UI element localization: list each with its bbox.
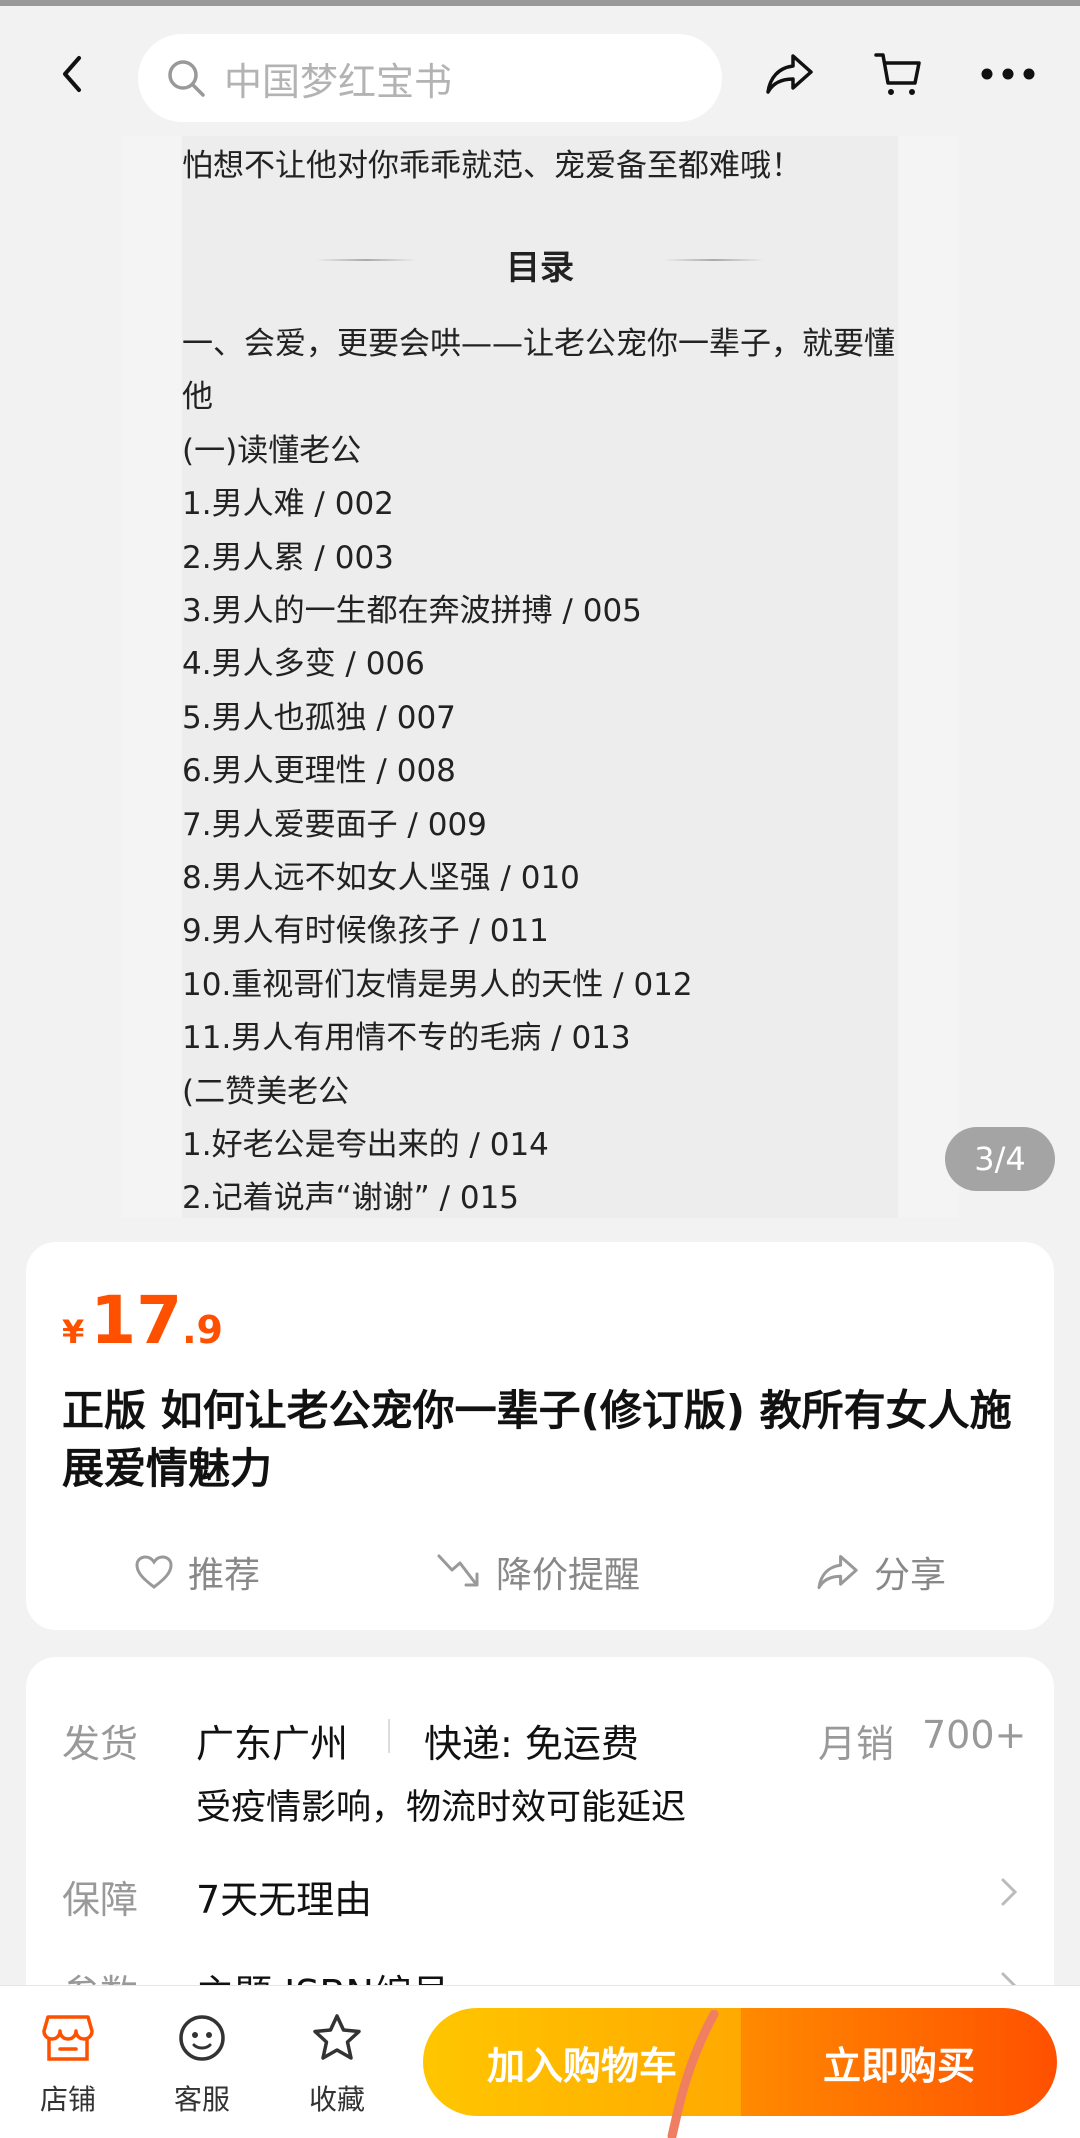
buy-now-button[interactable]: 立即购买 <box>741 2008 1057 2116</box>
guarantee-value: 7天无理由 <box>196 1878 373 1922</box>
doc-toc-title: 目录 <box>506 248 574 288</box>
bottom-action-bar: 店铺 客服 收藏 加入购物车 立即购买 <box>0 1985 1080 2138</box>
shipping-origin: 广东广州 <box>196 1722 349 1766</box>
price-decimal: .9 <box>182 1308 224 1352</box>
cart-button[interactable] <box>866 42 930 106</box>
doc-toc-line: 一、会爱，更要会哄——让老公宠你一辈子，就要懂 <box>182 326 895 362</box>
share-icon <box>817 1554 858 1590</box>
doc-toc-line: 9.男人有时候像孩子 / 011 <box>182 913 549 949</box>
shop-label: 店铺 <box>39 2083 96 2116</box>
price-drop-icon <box>437 1554 479 1587</box>
image-counter: 3/4 <box>945 1127 1055 1191</box>
more-icon <box>981 68 1035 80</box>
shipping-label: 发货 <box>62 1722 139 1766</box>
cart-icon <box>874 53 921 95</box>
price-integer: 17 <box>90 1282 183 1359</box>
doc-toc-line: 1.好老公是夸出来的 / 014 <box>182 1127 549 1163</box>
chevron-right-icon <box>994 1872 1024 1912</box>
doc-toc-line: 7.男人爱要面子 / 009 <box>182 807 487 843</box>
doc-toc-line: 5.男人也孤独 / 007 <box>182 700 456 736</box>
doc-toc-line: 10.重视哥们友情是男人的天性 / 012 <box>182 967 693 1003</box>
star-icon <box>313 2014 361 2060</box>
doc-toc-line: 2.男人累 / 003 <box>182 540 394 576</box>
price-currency: ¥ <box>62 1313 85 1351</box>
share-label: 分享 <box>874 1555 947 1596</box>
doc-toc-line: 8.男人远不如女人坚强 / 010 <box>182 860 580 896</box>
doc-toc-line: 他 <box>182 379 213 415</box>
recommend-button[interactable]: 推荐 <box>134 1544 260 1600</box>
share-icon <box>766 54 813 94</box>
shipping-notice: 受疫情影响，物流时效可能延迟 <box>196 1788 687 1828</box>
guarantee-label: 保障 <box>62 1878 139 1922</box>
doc-intro-line: 怕想不让他对你乖乖就范、宠爱备至都难哦！ <box>182 148 802 184</box>
doc-toc-line: 11.男人有用情不专的毛病 / 013 <box>182 1020 631 1056</box>
search-input[interactable]: 中国梦红宝书 <box>138 34 722 122</box>
search-icon <box>168 60 205 97</box>
share-product-button[interactable]: 分享 <box>816 1544 946 1600</box>
recommend-label: 推荐 <box>188 1555 261 1596</box>
price-alert-label: 降价提醒 <box>496 1555 641 1596</box>
back-button[interactable] <box>40 42 104 106</box>
doc-toc-line: (二赞美老公 <box>182 1074 350 1110</box>
doc-toc-line: 3.男人的一生都在奔波拼搏 / 005 <box>182 593 642 629</box>
more-button[interactable] <box>976 42 1040 106</box>
shop-tab[interactable]: 店铺 <box>18 2010 118 2118</box>
doc-toc-line: 4.男人多变 / 006 <box>182 646 425 682</box>
touch-stroke-overlay <box>667 2010 719 2138</box>
doc-toc-line: 2.记着说声“谢谢” / 015 <box>182 1180 520 1216</box>
customer-service-label: 客服 <box>173 2083 230 2116</box>
divider <box>388 1719 390 1753</box>
shipping-express: 快递: 免运费 <box>424 1722 639 1766</box>
share-button[interactable] <box>758 42 822 106</box>
product-info-card: ¥ 17 .9 正版 如何让老公宠你一辈子(修订版) 教所有女人施展爱情魅力 推… <box>26 1242 1054 1630</box>
chevron-left-icon <box>63 56 81 92</box>
monthly-sales-value: 700+ <box>922 1713 1027 1757</box>
top-bar: 中国梦红宝书 <box>0 0 1080 136</box>
price-alert-button[interactable]: 降价提醒 <box>436 1544 640 1600</box>
doc-toc-line: 1.男人难 / 002 <box>182 486 394 522</box>
search-placeholder: 中国梦红宝书 <box>224 59 453 104</box>
favorite-tab[interactable]: 收藏 <box>287 2010 387 2118</box>
product-title: 正版 如何让老公宠你一辈子(修订版) 教所有女人施展爱情魅力 <box>62 1386 1012 1493</box>
doc-toc-line: (一)读懂老公 <box>182 433 362 469</box>
doc-toc-line: 6.男人更理性 / 008 <box>182 753 456 789</box>
customer-service-icon <box>179 2015 225 2061</box>
monthly-sales-label: 月销 <box>818 1722 895 1766</box>
price: ¥ 17 .9 <box>62 1282 223 1359</box>
favorite-label: 收藏 <box>308 2083 365 2116</box>
customer-service-tab[interactable]: 客服 <box>152 2010 252 2118</box>
shipping-card: 发货 广东广州 快递: 免运费 月销 700+ 受疫情影响，物流时效可能延迟 保… <box>26 1657 1054 2017</box>
heart-icon <box>135 1555 173 1589</box>
shop-icon <box>42 2015 94 2061</box>
